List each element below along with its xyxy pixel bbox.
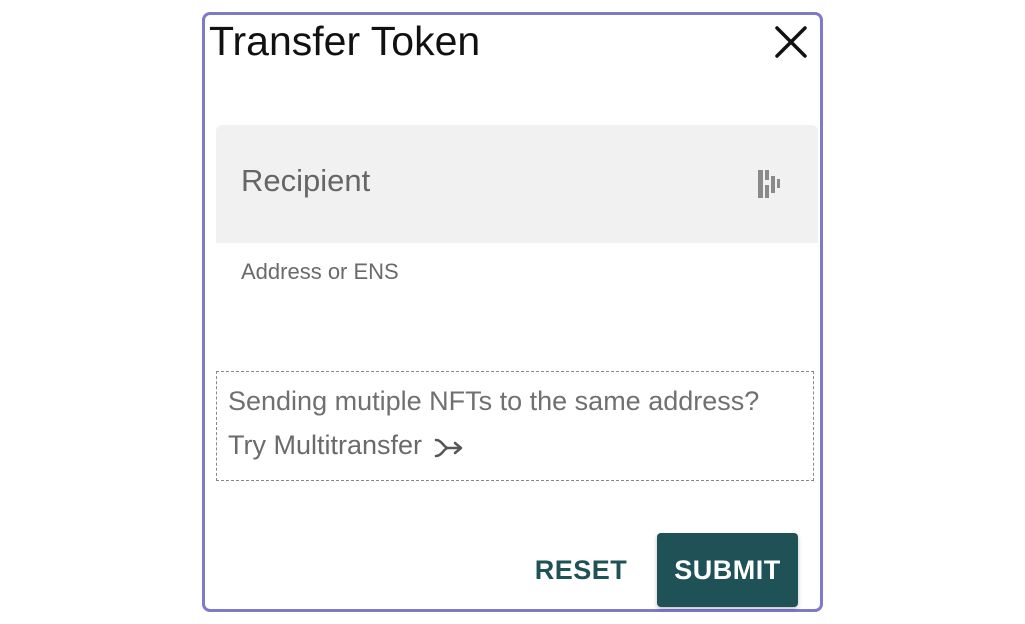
dialog-title: Transfer Token [209,18,481,64]
multitransfer-link-label: Try Multitransfer [228,430,423,460]
close-icon[interactable] [773,24,809,60]
multitransfer-box: Sending mutiple NFTs to the same address… [216,371,814,481]
merge-arrow-icon [434,436,464,460]
recipient-helper-text: Address or ENS [241,259,399,284]
multitransfer-prompt: Sending mutiple NFTs to the same address… [228,386,760,416]
reset-button[interactable]: RESET [523,541,639,599]
transfer-token-dialog: Transfer Token Address or ENS Sending mu… [202,12,823,612]
submit-button[interactable]: SUBMIT [657,533,798,607]
recipient-field [216,125,818,243]
multitransfer-link[interactable]: Try Multitransfer [228,430,464,461]
ens-icon[interactable] [756,168,782,200]
recipient-input[interactable] [241,155,721,207]
